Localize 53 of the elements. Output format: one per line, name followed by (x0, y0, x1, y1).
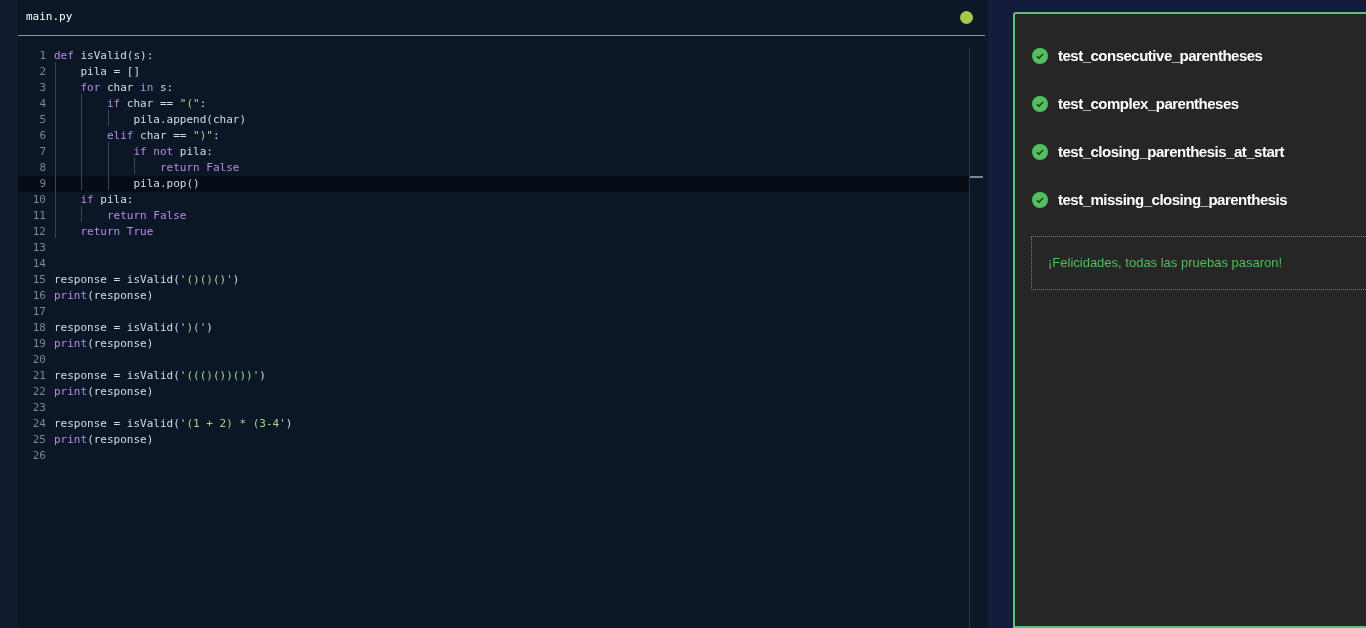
test-name: test_closing_parenthesis_at_start (1058, 141, 1285, 162)
code-line: def isValid(s): (54, 47, 154, 64)
line-number: 2 (38, 63, 47, 80)
line-number: 25 (31, 431, 47, 448)
code-line: return False (54, 159, 240, 177)
code-line: response = isValid('(1 + 2) * (3-4') (54, 415, 293, 432)
code-line: print(response) (54, 431, 154, 448)
line-number: 8 (38, 159, 47, 176)
code-line: elif char == ")": (54, 127, 220, 145)
line-number: 26 (31, 447, 47, 464)
code-line: return True (54, 223, 154, 241)
line-number: 13 (31, 239, 47, 256)
line-number: 24 (31, 415, 47, 432)
line-number: 11 (31, 207, 47, 224)
code-line: for char in s: (54, 79, 174, 97)
line-number: 3 (38, 79, 47, 96)
code-line: if char == "(": (54, 95, 207, 113)
line-number: 1 (38, 47, 47, 64)
line-number: 4 (38, 95, 47, 112)
code-line: print(response) (54, 383, 154, 400)
test-name: test_consecutive_parentheses (1058, 45, 1263, 66)
line-number: 12 (31, 223, 47, 240)
line-number: 20 (31, 351, 47, 368)
line-number: 18 (31, 319, 47, 336)
line-number: 22 (31, 383, 47, 400)
line-number: 17 (31, 303, 47, 320)
file-tab[interactable]: main.py (26, 9, 73, 26)
success-message: ¡Felicidades, todas las pruebas pasaron! (1048, 254, 1283, 273)
line-number: 5 (38, 111, 47, 128)
code-line: pila.append(char) (54, 111, 247, 129)
line-number: 10 (31, 191, 47, 208)
code-line: pila = [] (54, 63, 141, 81)
line-number: 7 (38, 143, 47, 160)
test-name: test_missing_closing_parenthesis (1058, 189, 1288, 210)
code-line: response = isValid('()()()') (54, 271, 240, 288)
line-number: 23 (31, 399, 47, 416)
line-number: 14 (31, 255, 47, 272)
code-line: if pila: (54, 191, 134, 209)
code-line: if not pila: (54, 143, 213, 161)
line-number: 6 (38, 127, 47, 144)
test-name: test_complex_parentheses (1058, 93, 1239, 114)
code-line: print(response) (54, 287, 154, 304)
code-line: return False (54, 207, 187, 225)
line-number: 16 (31, 287, 47, 304)
code-line: pila.pop() (54, 175, 200, 193)
line-number: 9 (38, 175, 47, 192)
line-number: 15 (31, 271, 47, 288)
code-line: print(response) (54, 335, 154, 352)
line-number: 21 (31, 367, 47, 384)
code-line: response = isValid(')(') (54, 319, 213, 336)
line-number: 19 (31, 335, 47, 352)
code-line: response = isValid('((()())())') (54, 367, 266, 384)
scrollbar[interactable] (969, 48, 983, 628)
